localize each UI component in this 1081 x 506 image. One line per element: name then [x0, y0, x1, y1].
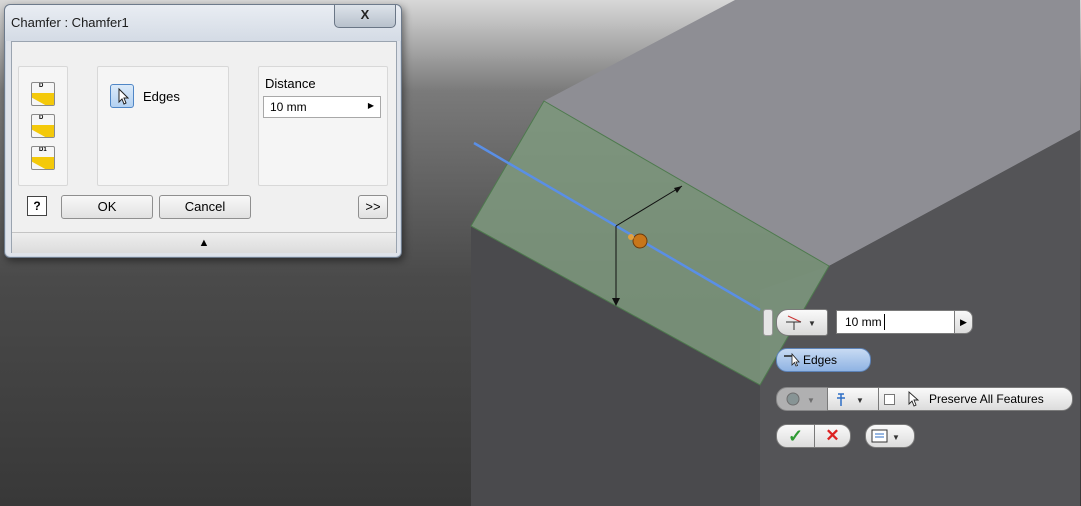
minitoolbar-options-menu[interactable]: ▼ [865, 424, 915, 448]
cancel-button[interactable]: Cancel [159, 195, 251, 219]
minitoolbar-grip[interactable] [763, 309, 773, 336]
text-caret [884, 314, 885, 330]
distance-value: 10 mm [270, 100, 307, 114]
pointer-icon [118, 87, 130, 105]
svg-text:▼: ▼ [856, 396, 864, 405]
edge-select-icon [784, 352, 800, 367]
minitoolbar-distance-input[interactable]: 10 mm [836, 310, 956, 334]
dialog-titlebar[interactable]: Chamfer : Chamfer1 X [5, 5, 401, 41]
distance-label: Distance [265, 76, 316, 91]
edges-group: Edges [97, 66, 229, 186]
distance-input[interactable]: 10 mm ▶ [263, 96, 381, 118]
chamfer-type-group: D D D1 [18, 66, 68, 186]
distance-angle-chamfer-icon[interactable]: D [31, 114, 55, 138]
svg-text:▼: ▼ [807, 396, 815, 405]
distance-flyout-arrow-icon[interactable]: ▶ [368, 101, 374, 110]
dialog-title: Chamfer : Chamfer1 [11, 15, 129, 30]
close-button[interactable]: X [334, 5, 396, 28]
distance-drag-handle[interactable] [632, 233, 648, 249]
setback-icon: ▼ [786, 392, 815, 406]
svg-text:▼: ▼ [808, 319, 816, 328]
chamfer-dialog: Chamfer : Chamfer1 X D D D1 Edges Distan… [4, 4, 402, 258]
preserve-all-features-option[interactable]: Preserve All Features [878, 387, 1073, 411]
edge-chain-dropdown[interactable]: ▼ [827, 387, 879, 411]
options-list-icon: ▼ [871, 429, 900, 443]
setback-options-dropdown[interactable]: ▼ [776, 387, 828, 411]
distance-group: Distance 10 mm ▶ [258, 66, 388, 186]
minitoolbar-distance-value: 10 mm [845, 315, 882, 329]
two-distance-chamfer-icon[interactable]: D1 [31, 146, 55, 170]
more-options-button[interactable]: >> [358, 195, 388, 219]
distance-chamfer-icon[interactable]: D [31, 82, 55, 106]
minitoolbar-edges-label: Edges [803, 353, 838, 367]
preserve-all-features-checkbox[interactable] [884, 394, 895, 405]
svg-text:▼: ▼ [892, 433, 900, 442]
minitoolbar-edges-button[interactable]: Edges [776, 348, 871, 372]
pointer-icon [908, 391, 920, 407]
ok-button[interactable]: OK [61, 195, 153, 219]
chamfer-type-dropdown[interactable]: ▼ [776, 309, 828, 336]
preserve-all-features-label: Preserve All Features [929, 392, 1044, 406]
handle-grip-icon [628, 234, 634, 240]
distance-flyout-arrow-icon[interactable]: ▶ [954, 310, 973, 334]
edge-chain-icon: ▼ [837, 393, 864, 406]
edges-select-button[interactable] [110, 84, 134, 108]
minitoolbar-cancel-button[interactable]: ✕ [814, 424, 851, 448]
help-button[interactable]: ? [27, 196, 47, 216]
collapse-bar[interactable]: ▲ [12, 232, 396, 253]
dialog-panel: D D D1 Edges Distance 10 mm ▶ ? OK Cance… [11, 41, 397, 253]
minitoolbar-ok-button[interactable]: ✓ [776, 424, 815, 448]
edges-label: Edges [143, 89, 180, 104]
distance-chamfer-icon: ▼ [786, 315, 816, 330]
